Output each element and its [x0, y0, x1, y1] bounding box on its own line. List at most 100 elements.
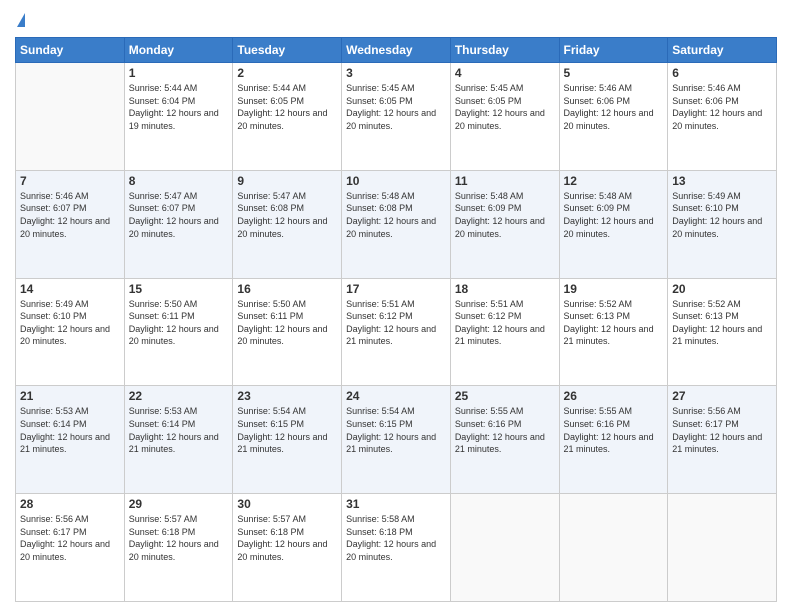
day-number: 7	[20, 174, 120, 188]
calendar-cell: 27 Sunrise: 5:56 AMSunset: 6:17 PMDayligh…	[668, 386, 777, 494]
day-number: 19	[564, 282, 664, 296]
calendar-cell	[559, 494, 668, 602]
calendar-table: SundayMondayTuesdayWednesdayThursdayFrid…	[15, 37, 777, 602]
day-info: Sunrise: 5:48 AMSunset: 6:08 PMDaylight:…	[346, 190, 446, 240]
day-number: 18	[455, 282, 555, 296]
day-info: Sunrise: 5:58 AMSunset: 6:18 PMDaylight:…	[346, 513, 446, 563]
calendar-week-row: 21 Sunrise: 5:53 AMSunset: 6:14 PMDayligh…	[16, 386, 777, 494]
day-number: 8	[129, 174, 229, 188]
day-number: 24	[346, 389, 446, 403]
calendar-cell: 4 Sunrise: 5:45 AMSunset: 6:05 PMDaylight…	[450, 63, 559, 171]
calendar-cell: 19 Sunrise: 5:52 AMSunset: 6:13 PMDayligh…	[559, 278, 668, 386]
day-number: 2	[237, 66, 337, 80]
calendar-cell: 29 Sunrise: 5:57 AMSunset: 6:18 PMDayligh…	[124, 494, 233, 602]
calendar-cell: 6 Sunrise: 5:46 AMSunset: 6:06 PMDaylight…	[668, 63, 777, 171]
logo-triangle-icon	[17, 13, 25, 27]
day-info: Sunrise: 5:53 AMSunset: 6:14 PMDaylight:…	[20, 405, 120, 455]
logo	[15, 15, 25, 29]
page: SundayMondayTuesdayWednesdayThursdayFrid…	[0, 0, 792, 612]
calendar-cell: 26 Sunrise: 5:55 AMSunset: 6:16 PMDayligh…	[559, 386, 668, 494]
day-info: Sunrise: 5:44 AMSunset: 6:04 PMDaylight:…	[129, 82, 229, 132]
calendar-cell: 15 Sunrise: 5:50 AMSunset: 6:11 PMDayligh…	[124, 278, 233, 386]
calendar-cell: 10 Sunrise: 5:48 AMSunset: 6:08 PMDayligh…	[342, 170, 451, 278]
calendar-week-row: 28 Sunrise: 5:56 AMSunset: 6:17 PMDayligh…	[16, 494, 777, 602]
day-info: Sunrise: 5:57 AMSunset: 6:18 PMDaylight:…	[129, 513, 229, 563]
day-number: 25	[455, 389, 555, 403]
day-info: Sunrise: 5:56 AMSunset: 6:17 PMDaylight:…	[672, 405, 772, 455]
day-info: Sunrise: 5:48 AMSunset: 6:09 PMDaylight:…	[455, 190, 555, 240]
calendar-cell	[450, 494, 559, 602]
day-info: Sunrise: 5:55 AMSunset: 6:16 PMDaylight:…	[455, 405, 555, 455]
day-info: Sunrise: 5:46 AMSunset: 6:06 PMDaylight:…	[564, 82, 664, 132]
day-info: Sunrise: 5:55 AMSunset: 6:16 PMDaylight:…	[564, 405, 664, 455]
calendar-cell: 17 Sunrise: 5:51 AMSunset: 6:12 PMDayligh…	[342, 278, 451, 386]
day-info: Sunrise: 5:54 AMSunset: 6:15 PMDaylight:…	[237, 405, 337, 455]
day-number: 13	[672, 174, 772, 188]
calendar-cell: 14 Sunrise: 5:49 AMSunset: 6:10 PMDayligh…	[16, 278, 125, 386]
calendar-cell: 7 Sunrise: 5:46 AMSunset: 6:07 PMDaylight…	[16, 170, 125, 278]
weekday-header-wednesday: Wednesday	[342, 38, 451, 63]
day-number: 29	[129, 497, 229, 511]
weekday-header-sunday: Sunday	[16, 38, 125, 63]
header	[15, 10, 777, 29]
day-number: 22	[129, 389, 229, 403]
weekday-header-thursday: Thursday	[450, 38, 559, 63]
day-info: Sunrise: 5:46 AMSunset: 6:07 PMDaylight:…	[20, 190, 120, 240]
day-info: Sunrise: 5:45 AMSunset: 6:05 PMDaylight:…	[455, 82, 555, 132]
calendar-cell: 12 Sunrise: 5:48 AMSunset: 6:09 PMDayligh…	[559, 170, 668, 278]
calendar-cell: 9Sunrise: 5:47 AMSunset: 6:08 PMDaylight…	[233, 170, 342, 278]
calendar-week-row: 1 Sunrise: 5:44 AMSunset: 6:04 PMDaylight…	[16, 63, 777, 171]
day-info: Sunrise: 5:50 AMSunset: 6:11 PMDaylight:…	[129, 298, 229, 348]
calendar-cell: 24 Sunrise: 5:54 AMSunset: 6:15 PMDayligh…	[342, 386, 451, 494]
day-number: 28	[20, 497, 120, 511]
calendar-cell: 1 Sunrise: 5:44 AMSunset: 6:04 PMDaylight…	[124, 63, 233, 171]
day-number: 30	[237, 497, 337, 511]
day-info: Sunrise: 5:49 AMSunset: 6:10 PMDaylight:…	[20, 298, 120, 348]
calendar-cell: 21 Sunrise: 5:53 AMSunset: 6:14 PMDayligh…	[16, 386, 125, 494]
day-info: Sunrise: 5:51 AMSunset: 6:12 PMDaylight:…	[455, 298, 555, 348]
day-info: Sunrise: 5:50 AMSunset: 6:11 PMDaylight:…	[237, 298, 337, 348]
weekday-header-saturday: Saturday	[668, 38, 777, 63]
calendar-cell: 28 Sunrise: 5:56 AMSunset: 6:17 PMDayligh…	[16, 494, 125, 602]
calendar-cell	[668, 494, 777, 602]
calendar-cell	[16, 63, 125, 171]
weekday-header-row: SundayMondayTuesdayWednesdayThursdayFrid…	[16, 38, 777, 63]
calendar-week-row: 7 Sunrise: 5:46 AMSunset: 6:07 PMDaylight…	[16, 170, 777, 278]
day-number: 1	[129, 66, 229, 80]
weekday-header-monday: Monday	[124, 38, 233, 63]
day-number: 16	[237, 282, 337, 296]
calendar-cell: 13 Sunrise: 5:49 AMSunset: 6:10 PMDayligh…	[668, 170, 777, 278]
day-number: 26	[564, 389, 664, 403]
calendar-cell: 31Sunrise: 5:58 AMSunset: 6:18 PMDayligh…	[342, 494, 451, 602]
day-number: 6	[672, 66, 772, 80]
calendar-cell: 25 Sunrise: 5:55 AMSunset: 6:16 PMDayligh…	[450, 386, 559, 494]
day-number: 11	[455, 174, 555, 188]
calendar-cell: 30 Sunrise: 5:57 AMSunset: 6:18 PMDayligh…	[233, 494, 342, 602]
day-number: 10	[346, 174, 446, 188]
day-number: 21	[20, 389, 120, 403]
day-number: 17	[346, 282, 446, 296]
day-number: 14	[20, 282, 120, 296]
day-info: Sunrise: 5:48 AMSunset: 6:09 PMDaylight:…	[564, 190, 664, 240]
day-info: Sunrise: 5:46 AMSunset: 6:06 PMDaylight:…	[672, 82, 772, 132]
day-info: Sunrise: 5:54 AMSunset: 6:15 PMDaylight:…	[346, 405, 446, 455]
calendar-cell: 3Sunrise: 5:45 AMSunset: 6:05 PMDaylight…	[342, 63, 451, 171]
weekday-header-friday: Friday	[559, 38, 668, 63]
calendar-week-row: 14 Sunrise: 5:49 AMSunset: 6:10 PMDayligh…	[16, 278, 777, 386]
day-info: Sunrise: 5:49 AMSunset: 6:10 PMDaylight:…	[672, 190, 772, 240]
day-info: Sunrise: 5:52 AMSunset: 6:13 PMDaylight:…	[564, 298, 664, 348]
day-number: 9	[237, 174, 337, 188]
day-number: 27	[672, 389, 772, 403]
day-info: Sunrise: 5:56 AMSunset: 6:17 PMDaylight:…	[20, 513, 120, 563]
day-info: Sunrise: 5:47 AMSunset: 6:07 PMDaylight:…	[129, 190, 229, 240]
day-info: Sunrise: 5:57 AMSunset: 6:18 PMDaylight:…	[237, 513, 337, 563]
day-info: Sunrise: 5:51 AMSunset: 6:12 PMDaylight:…	[346, 298, 446, 348]
weekday-header-tuesday: Tuesday	[233, 38, 342, 63]
calendar-cell: 16 Sunrise: 5:50 AMSunset: 6:11 PMDayligh…	[233, 278, 342, 386]
day-number: 4	[455, 66, 555, 80]
day-number: 12	[564, 174, 664, 188]
calendar-cell: 20Sunrise: 5:52 AMSunset: 6:13 PMDayligh…	[668, 278, 777, 386]
day-info: Sunrise: 5:44 AMSunset: 6:05 PMDaylight:…	[237, 82, 337, 132]
day-number: 15	[129, 282, 229, 296]
calendar-cell: 23Sunrise: 5:54 AMSunset: 6:15 PMDayligh…	[233, 386, 342, 494]
